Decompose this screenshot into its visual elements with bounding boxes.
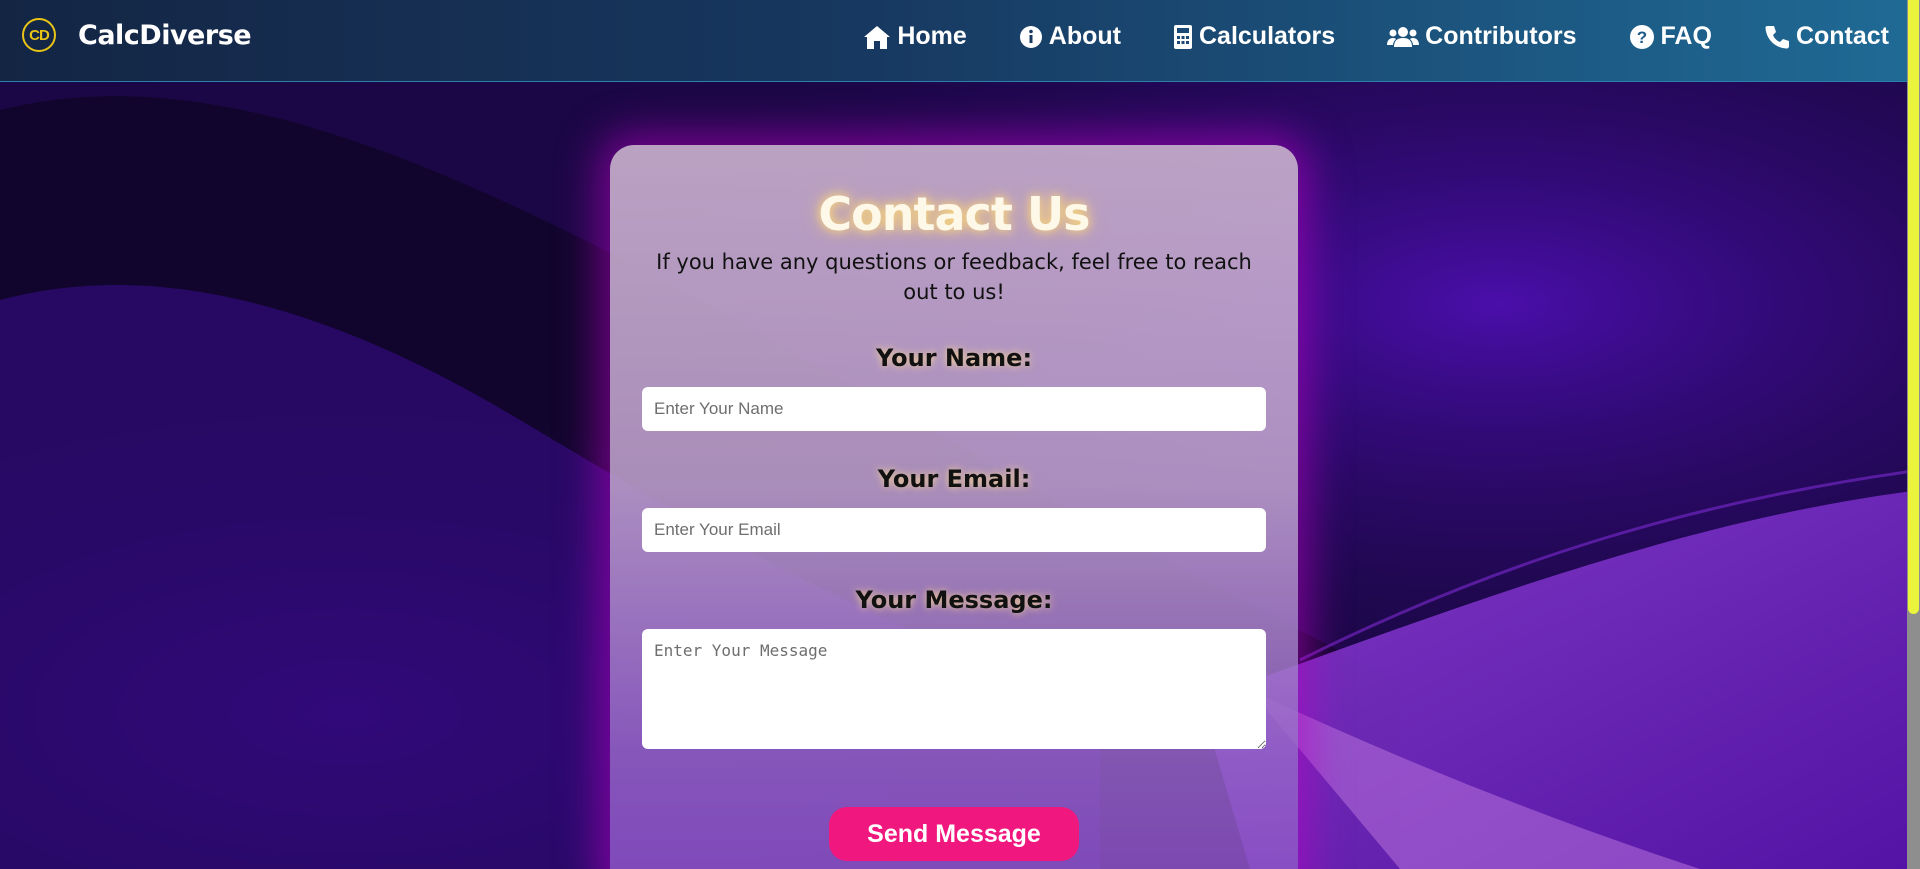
nav-item-label: Contributors [1425, 22, 1577, 50]
navbar: CD CalcDiverse Home About Calculators Co… [0, 0, 1907, 82]
nav-item-calculators[interactable]: Calculators [1173, 22, 1335, 51]
send-message-button[interactable]: Send Message [829, 807, 1079, 861]
name-input[interactable] [642, 387, 1266, 431]
info-icon [1019, 25, 1042, 48]
nav-item-home[interactable]: Home [863, 22, 967, 51]
message-textarea[interactable] [642, 629, 1266, 749]
page-scrollbar[interactable] [1907, 0, 1920, 869]
nav-item-label: Calculators [1198, 22, 1336, 50]
nav-item-faq[interactable]: ? FAQ [1629, 22, 1712, 51]
name-label: Your Name: [875, 344, 1033, 372]
message-label: Your Message: [855, 586, 1053, 614]
home-icon [864, 25, 891, 49]
email-label: Your Email: [877, 465, 1031, 493]
nav-item-contact[interactable]: Contact [1764, 22, 1889, 51]
logo-badge-icon: CD [22, 18, 56, 52]
brand-logo[interactable]: CD CalcDiverse [22, 18, 252, 52]
brand-name: CalcDiverse [78, 19, 252, 51]
nav-item-label: Contact [1795, 22, 1889, 50]
email-input[interactable] [642, 508, 1266, 552]
nav-item-contributors[interactable]: Contributors [1387, 22, 1577, 51]
phone-icon [1765, 25, 1789, 48]
nav-menu: Home About Calculators Contributors ? FA… [811, 22, 1889, 51]
contact-subtitle: If you have any questions or feedback, f… [656, 250, 1252, 304]
nav-item-label: About [1048, 22, 1121, 50]
page: CD CalcDiverse Home About Calculators Co… [0, 0, 1920, 869]
page-title: Contact Us [818, 187, 1090, 241]
nav-item-label: FAQ [1660, 22, 1712, 50]
question-icon: ? [1629, 24, 1654, 49]
nav-item-about[interactable]: About [1019, 22, 1121, 51]
users-icon [1387, 26, 1420, 47]
svg-text:?: ? [1636, 28, 1646, 47]
scrollbar-thumb[interactable] [1908, 0, 1919, 614]
contact-form-card: Contact Us If you have any questions or … [610, 145, 1298, 869]
nav-item-label: Home [897, 22, 967, 50]
calculator-icon [1173, 24, 1192, 49]
